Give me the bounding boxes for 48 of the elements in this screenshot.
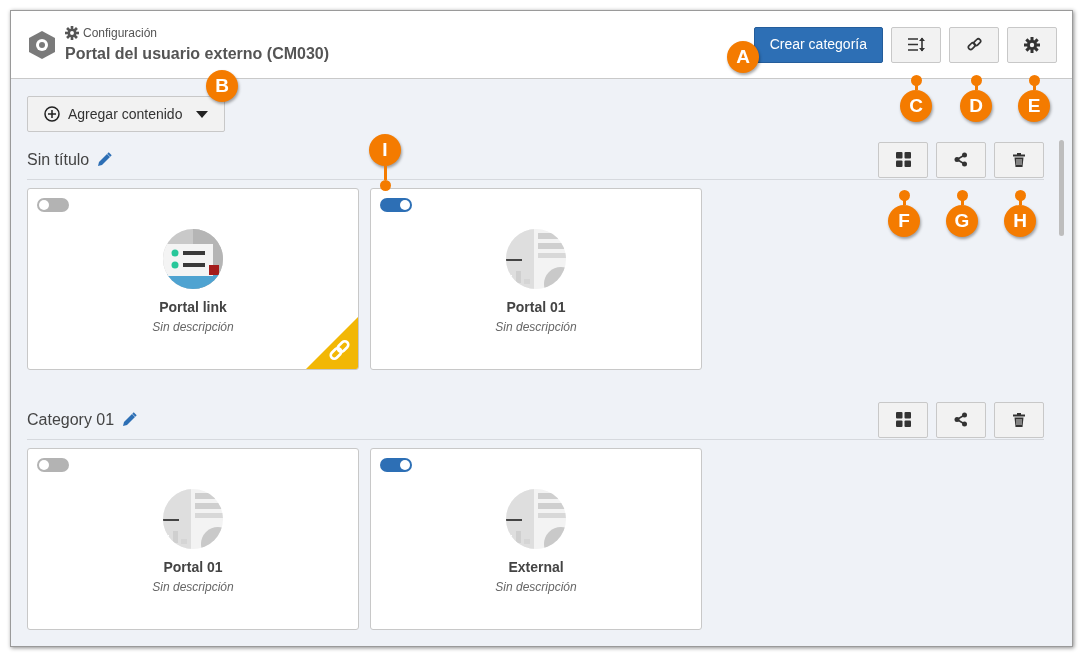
breadcrumb-text: Configuración: [83, 24, 158, 42]
share-button[interactable]: [936, 401, 986, 438]
page-title: Portal del usuario externo (CM030): [65, 43, 330, 64]
pencil-icon[interactable]: [122, 412, 138, 427]
delete-button[interactable]: [994, 141, 1044, 178]
card-title: Portal 01: [163, 558, 223, 577]
portal-card[interactable]: Portal 01 Sin descripción: [370, 188, 702, 370]
share-icon: [954, 412, 968, 427]
grid-button[interactable]: [878, 401, 928, 438]
create-category-button[interactable]: Crear categoría: [753, 26, 883, 63]
card-title: Portal 01: [506, 298, 566, 317]
link-corner-badge: [306, 317, 358, 369]
link-button[interactable]: [949, 26, 999, 63]
settings-icon: [1024, 36, 1040, 53]
portal-card[interactable]: Portal link Sin descripción: [27, 188, 359, 370]
toggle-switch[interactable]: [37, 458, 69, 472]
sort-button[interactable]: [891, 26, 941, 63]
link-icon: [966, 37, 982, 52]
scrollbar-thumb[interactable]: [1059, 140, 1064, 236]
trash-icon: [1013, 412, 1025, 427]
grid-icon: [895, 412, 911, 427]
gear-icon: [65, 25, 79, 40]
share-icon: [954, 152, 968, 167]
card-title: Portal link: [159, 298, 227, 317]
category-title: Sin título: [27, 149, 90, 170]
portal-card[interactable]: Portal 01 Sin descripción: [27, 448, 359, 630]
settings-button[interactable]: [1007, 26, 1057, 63]
grid-button[interactable]: [878, 141, 928, 178]
plus-circle-icon: [44, 106, 60, 122]
toggle-switch[interactable]: [37, 198, 69, 212]
toggle-switch[interactable]: [380, 458, 412, 472]
pencil-icon[interactable]: [97, 152, 113, 167]
delete-button[interactable]: [994, 401, 1044, 438]
category-title: Category 01: [27, 409, 115, 430]
toggle-switch[interactable]: [380, 198, 412, 212]
card-title: External: [508, 558, 564, 577]
trash-icon: [1013, 152, 1025, 167]
caret-icon: [196, 110, 209, 118]
card-description: Sin descripción: [495, 579, 577, 596]
add-content-button[interactable]: Agregar contenido: [27, 96, 226, 132]
card-description: Sin descripción: [495, 319, 577, 336]
portal-card[interactable]: External Sin descripción: [370, 448, 702, 630]
sort-icon: [907, 37, 925, 52]
grid-icon: [895, 152, 911, 167]
card-description: Sin descripción: [152, 319, 234, 336]
gear-icon: [27, 29, 57, 60]
share-button[interactable]: [936, 141, 986, 178]
card-description: Sin descripción: [152, 579, 234, 596]
